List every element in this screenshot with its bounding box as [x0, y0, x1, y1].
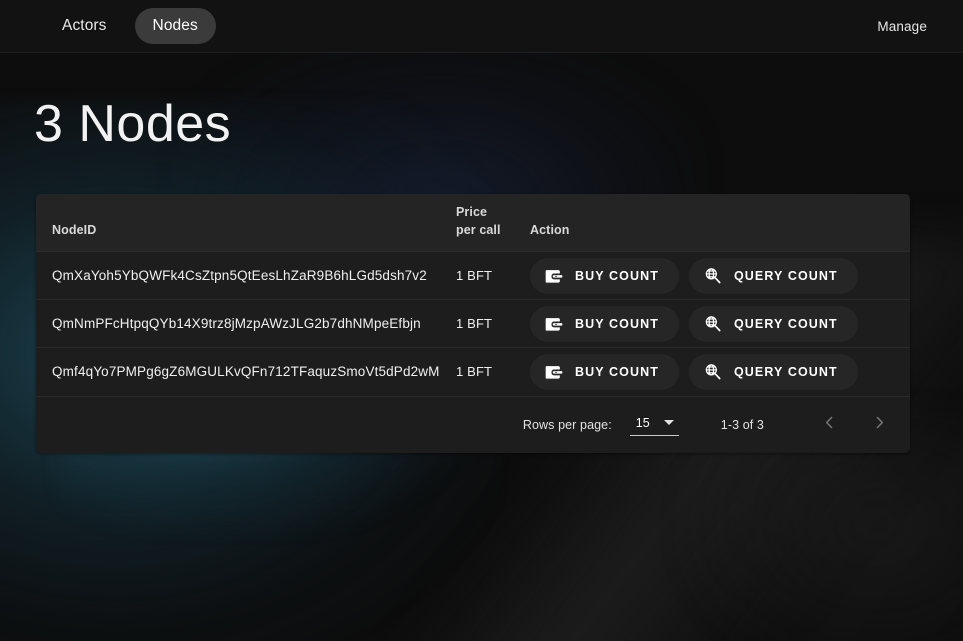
- cell-price: 1 BFT: [456, 316, 493, 332]
- previous-page-button[interactable]: [812, 408, 846, 442]
- table-pagination-footer: Rows per page: 15 1-3 of 3: [36, 395, 910, 453]
- travel-explore-icon: [703, 314, 723, 334]
- page-content: 3 Nodes NodeID Price per call Action QmX…: [0, 97, 963, 453]
- cell-price: 1 BFT: [456, 364, 493, 380]
- next-page-button[interactable]: [862, 408, 896, 442]
- wallet-icon: [544, 314, 564, 334]
- column-header-price-line1: Price: [456, 204, 488, 219]
- query-count-label: QUERY COUNT: [733, 316, 838, 331]
- travel-explore-icon: [703, 266, 723, 286]
- manage-link[interactable]: Manage: [877, 19, 927, 34]
- cell-nodeid: QmNmPFcHtpqQYb14X9trz8jMzpAWzJLG2b7dhNMp…: [52, 316, 421, 332]
- wallet-icon: [544, 362, 564, 382]
- table-row: Qmf4qYo7PMPg6gZ6MGULKvQFn712TFaquzSmoVt5…: [36, 347, 910, 396]
- chevron-left-icon: [821, 414, 838, 435]
- action-button-group: BUY COUNT QUERY COUNT: [530, 257, 910, 294]
- chevron-down-icon: [663, 420, 674, 426]
- nav-tab-actors[interactable]: Actors: [44, 8, 125, 44]
- query-count-button[interactable]: QUERY COUNT: [688, 353, 858, 390]
- column-header-price-line2: per call: [456, 222, 501, 237]
- query-count-label: QUERY COUNT: [733, 268, 838, 283]
- table-row: QmXaYoh5YbQWFk4CsZtpn5QtEesLhZaR9B6hLGd5…: [36, 251, 910, 300]
- cell-action: BUY COUNT QUERY COUNT: [530, 300, 910, 348]
- cell-price: 1 BFT: [456, 268, 493, 284]
- rows-per-page-value: 15: [635, 415, 650, 430]
- background-glow-right: [683, 420, 963, 641]
- query-count-button[interactable]: QUERY COUNT: [688, 305, 858, 342]
- nodes-table-card: NodeID Price per call Action QmXaYoh5YbQ…: [36, 193, 910, 453]
- table-head: NodeID Price per call Action: [36, 193, 910, 252]
- cell-nodeid: QmXaYoh5YbQWFk4CsZtpn5QtEesLhZaR9B6hLGd5…: [52, 268, 427, 284]
- cell-action: BUY COUNT QUERY COUNT: [530, 348, 910, 396]
- nodes-table: NodeID Price per call Action QmXaYoh5YbQ…: [36, 193, 910, 396]
- page-title: 3 Nodes: [34, 95, 232, 153]
- buy-count-button[interactable]: BUY COUNT: [530, 353, 679, 390]
- nav-right-group: Manage: [877, 19, 927, 34]
- query-count-label: QUERY COUNT: [733, 364, 838, 379]
- buy-count-button[interactable]: BUY COUNT: [530, 257, 679, 294]
- top-navigation-bar: Actors Nodes Manage: [0, 0, 963, 53]
- table-body: QmXaYoh5YbQWFk4CsZtpn5QtEesLhZaR9B6hLGd5…: [36, 251, 910, 396]
- pagination-range-label: 1-3 of 3: [720, 417, 764, 432]
- column-header-price: Price per call: [456, 194, 530, 252]
- nav-tab-nodes[interactable]: Nodes: [134, 8, 216, 44]
- rows-per-page-select[interactable]: 15: [629, 414, 679, 436]
- buy-count-label: BUY COUNT: [575, 268, 659, 283]
- rows-per-page-label: Rows per page:: [522, 417, 612, 432]
- buy-count-label: BUY COUNT: [575, 364, 659, 379]
- chevron-right-icon: [871, 414, 888, 435]
- nav-tab-group: Actors Nodes: [44, 8, 216, 44]
- column-header-nodeid: NodeID: [52, 222, 97, 237]
- buy-count-button[interactable]: BUY COUNT: [530, 305, 679, 342]
- column-header-action: Action: [530, 222, 570, 237]
- travel-explore-icon: [703, 362, 723, 382]
- action-button-group: BUY COUNT QUERY COUNT: [530, 305, 910, 342]
- wallet-icon: [544, 266, 564, 286]
- cell-action: BUY COUNT QUERY COUNT: [530, 252, 910, 300]
- buy-count-label: BUY COUNT: [575, 316, 659, 331]
- table-row: QmNmPFcHtpqQYb14X9trz8jMzpAWzJLG2b7dhNMp…: [36, 299, 910, 348]
- table-header-row: NodeID Price per call Action: [36, 193, 910, 252]
- action-button-group: BUY COUNT QUERY COUNT: [530, 353, 910, 390]
- cell-nodeid: Qmf4qYo7PMPg6gZ6MGULKvQFn712TFaquzSmoVt5…: [52, 364, 440, 380]
- query-count-button[interactable]: QUERY COUNT: [688, 257, 858, 294]
